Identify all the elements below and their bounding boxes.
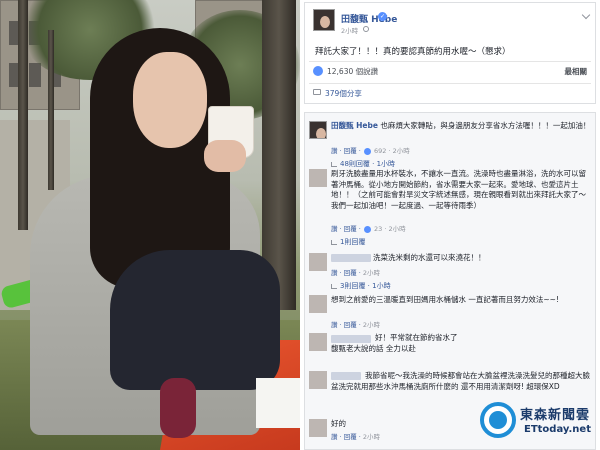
share-bar: 379個分享 [309,83,591,99]
share-icon [313,89,321,95]
comment-body: 想到之前愛的三溫暖直到田媽用水桶儲水 一直記著而且努力效法~~! [331,295,571,306]
tree-trunk [18,0,28,230]
comment-meta: 讚 · 回覆 · 2小時 [331,433,381,441]
comment-text: 也麻煩大家轉貼，與身邊朋友分享省水方法喔！！！一起加油！ [380,121,591,130]
comment-avatar[interactable] [309,169,327,187]
comment-author-redacted [331,335,371,343]
comment-meta: 讚 · 回覆 · 692 · 2小時 [331,147,410,155]
comment-body: 好！平常就在節約省水了 [375,333,595,344]
reply-arrow-icon [331,239,337,245]
comment-avatar[interactable] [309,121,327,139]
comment-body: 田馥甄 Hebe 也麻煩大家轉貼，與身邊朋友分享省水方法喔！！！一起加油！ [331,121,593,132]
view-replies-link[interactable]: 3則回覆 · 1小時 [331,281,391,291]
comment-avatar[interactable] [309,253,327,271]
post-card: 田馥甄 Hebe ✓ 2小時 拜託大家了！！！真的要認真節約用水喔～（懇求） 1… [304,2,596,104]
facebook-post-panel: 田馥甄 Hebe ✓ 2小時 拜託大家了！！！真的要認真節約用水喔～（懇求） 1… [300,0,600,450]
comment-avatar[interactable] [309,371,327,389]
comment-text: 想到之前愛的三溫暖直到田媽用水桶儲水 一直記著而且努力效法~~! [331,295,559,304]
comment-author[interactable]: 田馥甄 Hebe [331,121,378,130]
jeans [110,250,280,390]
author-avatar[interactable] [313,9,335,31]
sock [160,378,196,438]
comment-body: 我節省呢～我洗澡的時候都會站在大臉盆裡洗澡洗髮兒的那種超大臉盆洗完就用那些水沖馬… [331,371,593,392]
tree-trunk [48,30,54,190]
reaction-bar: 12,630 個說讚 最相關 [309,61,591,79]
globe-icon [363,26,369,32]
comment-body: 刷牙洗臉盡量用水杯裝水，不讓水一直流。洗澡時也盡量淋浴，洗的水可以留著沖馬桶。從… [331,169,593,211]
ettoday-watermark: 東森新聞雲 ETtoday.net [480,398,600,446]
watermark-name: 東森新聞雲 [520,408,591,423]
paper-bag [256,378,300,428]
like-icon [363,147,371,155]
view-replies-link[interactable]: 48則回覆 · 1小時 [331,159,395,169]
comment-text: 好！平常就在節約省水了 [375,333,458,342]
comment-avatar[interactable] [309,333,327,351]
comment-text: 好的 [331,419,346,428]
comment-meta: 讚 · 回覆 · 2小時 [331,269,381,277]
post-time[interactable]: 2小時 [341,25,358,35]
comment-text: 刷牙洗臉盡量用水杯裝水，不讓水一直流。洗澡時也盡量淋浴，洗的水可以留著沖馬桶。從… [331,169,586,210]
comment-body: 洗菜洗米剩的水還可以來澆花！！ [373,253,593,264]
verified-icon: ✓ [378,12,387,21]
like-count[interactable]: 12,630 個說讚 [327,66,378,77]
view-replies-link[interactable]: 1則回覆 [331,237,365,247]
ettoday-logo-icon [480,402,516,438]
comment-avatar[interactable] [309,419,327,437]
hand [204,140,246,172]
face [133,52,207,148]
reply-arrow-icon [331,283,337,289]
like-icon [313,66,323,76]
comment-text: 洗菜洗米剩的水還可以來澆花！！ [373,253,486,262]
comment-text: 我節省呢～我洗澡的時候都會站在大臉盆裡洗澡洗髮兒的那種超大臉盆洗完就用那些水沖馬… [331,371,590,391]
share-count[interactable]: 379個分享 [325,88,362,99]
comment-body: 馥甄老大說的話 全力以赴 [331,344,593,355]
sort-dropdown[interactable]: 最相關 [565,66,588,77]
watermark-url: ETtoday.net [524,424,591,435]
comment-text: 馥甄老大說的話 全力以赴 [331,344,416,353]
like-icon [363,225,371,233]
post-text: 拜託大家了！！！真的要認真節約用水喔～（懇求） [315,47,511,57]
comment-meta: 讚 · 回覆 · 2小時 [331,321,381,329]
comment-avatar[interactable] [309,295,327,313]
comment-author-redacted [331,254,371,262]
chevron-down-icon[interactable] [581,10,591,20]
post-author[interactable]: 田馥甄 Hebe [341,12,397,25]
comment-meta: 讚 · 回覆 · 23 · 2小時 [331,225,406,233]
post-photo[interactable]: ple [0,0,300,450]
reply-arrow-icon [331,161,337,167]
